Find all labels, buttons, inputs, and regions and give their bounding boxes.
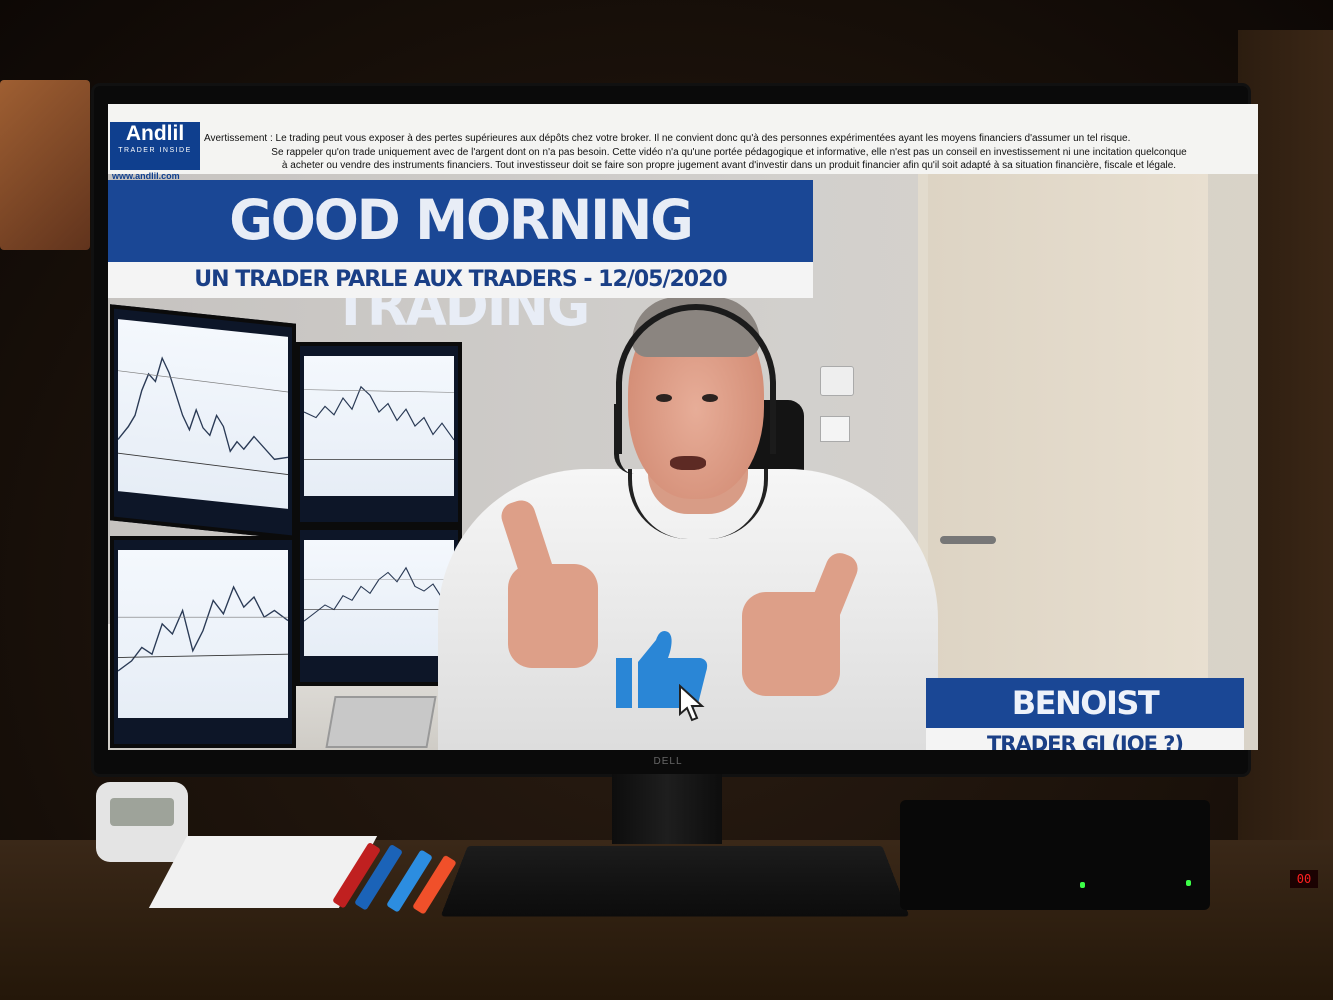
trading-monitor-2 [296,342,462,526]
monitor-brand-logo: DELL [653,756,683,767]
wall-switch [820,416,850,442]
presenter-role: TRADER GI (JOE ?) [986,732,1184,750]
andlil-logo[interactable]: Andlil TRADER INSIDE [110,122,200,170]
presenter-mouth [670,456,706,470]
status-led-green [1080,882,1085,888]
show-title: GOOD MORNING TRADING [229,188,694,339]
show-subtitle: UN TRADER PARLE AUX TRADERS - 12/05/2020 [194,267,727,292]
headset [616,304,776,454]
trading-monitors [110,304,462,748]
mouse-cursor-icon [679,684,705,722]
door-handle [940,536,996,544]
presenter-right-eye [702,394,718,402]
studio-door [918,174,1208,750]
wall-poster [0,80,90,250]
presenter-left-eye [656,394,672,402]
monitor-stand-base [440,845,910,917]
left-hand [508,564,598,668]
trading-monitor-1 [110,304,296,540]
disclaimer-line-1: Avertissement : Le trading peut vous exp… [204,133,1131,144]
status-led-green-2 [1186,880,1191,886]
headset-microphone [614,404,634,474]
monitor-stand-neck [612,774,722,844]
set-top-box [900,800,1210,910]
video-screen: Andlil TRADER INSIDE www.andlil.com Aver… [108,104,1258,750]
led-clock-display: 00 [1290,870,1318,888]
presenter-name: BENOIST ROUSSEAU [994,684,1178,750]
desk-clock-display [110,798,174,826]
logo-tagline: TRADER INSIDE [118,147,192,154]
disclaimer-line-3: à acheter ou vendre des instruments fina… [281,160,1177,171]
risk-disclaimer: Avertissement : Le trading peut vous exp… [204,132,1254,173]
trading-monitor-3 [110,536,296,748]
disclaimer-line-2: Se rappeler qu'on trade uniquement avec … [271,146,1187,158]
logo-brand: Andlil [125,122,185,145]
wall-thermostat [820,366,854,396]
